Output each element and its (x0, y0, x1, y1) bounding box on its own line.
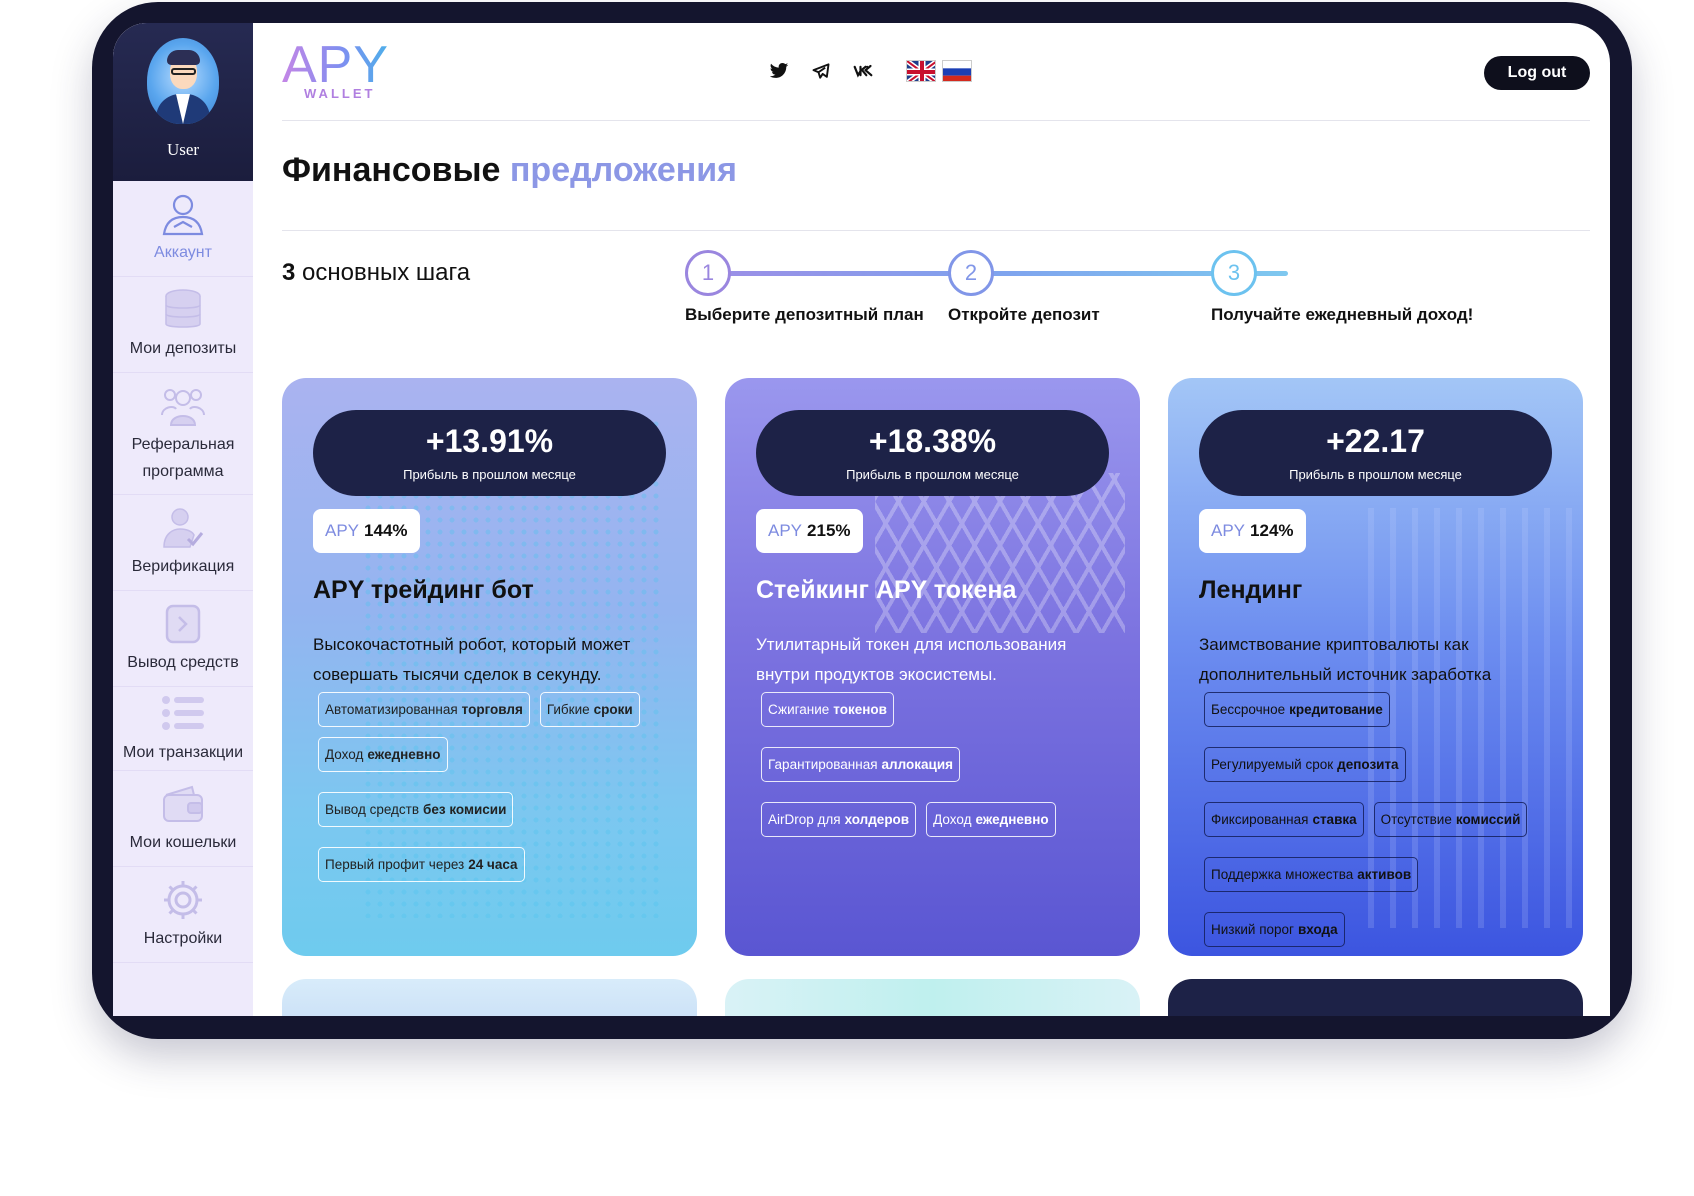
user-name: User (166, 140, 200, 159)
database-icon (165, 289, 201, 328)
sidebar-item-label: Мои кошельки (129, 834, 237, 851)
feature-tags: Сжигание токенов Гарантированная аллокация… (761, 692, 1121, 837)
profit-caption: Прибыль в прошлом месяце (846, 467, 1019, 482)
offer-card-staking[interactable]: +18.38% Прибыль в прошлом месяце APY 215%… (725, 378, 1140, 956)
sidebar-item-label: Мои депозиты (129, 340, 237, 357)
step-3-label: Получайте ежедневный доход! (1211, 305, 1474, 324)
feature-tag: Первый профит через 24 часа (318, 847, 525, 882)
vk-icon[interactable] (853, 61, 873, 81)
verification-icon (163, 508, 204, 548)
profit-caption: Прибыль в прошлом месяце (403, 467, 576, 482)
offer-card-peek[interactable] (1168, 979, 1583, 1016)
offer-card-peek[interactable] (725, 979, 1140, 1016)
social-links (769, 61, 873, 81)
feature-tag: Регулируемый срок депозита (1204, 747, 1406, 782)
sidebar-item-label: Настройки (143, 930, 223, 947)
sidebar-item-account[interactable]: Аккаунт (113, 181, 253, 277)
card-description: Утилитарный токен для использования внут… (756, 635, 1067, 684)
feature-tag: Гарантированная аллокация (761, 747, 960, 782)
step-1-circle: 1 (685, 250, 731, 296)
offer-card-lending[interactable]: +22.17 Прибыль в прошлом месяце APY 124% … (1168, 378, 1583, 956)
sidebar-item-label: Мои транзакции (122, 744, 244, 761)
steps-progress-line (708, 271, 1288, 276)
main-content: APY WALLET Log out Финансовые предложени… (253, 23, 1610, 1016)
feature-tag: Отсутствие комиссий (1373, 802, 1528, 837)
sidebar-item-wallets[interactable]: Мои кошельки (113, 771, 253, 867)
apy-badge: APY 124% (1199, 509, 1306, 553)
withdraw-icon (165, 604, 201, 644)
card-description: Заимствование криптовалюты как дополните… (1199, 635, 1492, 684)
telegram-icon[interactable] (811, 61, 831, 81)
feature-tag: Гибкие сроки (539, 692, 640, 727)
user-profile[interactable]: User (113, 23, 253, 181)
logo-text: APY (282, 39, 402, 91)
sidebar-item-transactions[interactable]: Мои транзакции (113, 687, 253, 771)
sidebar-item-label: Вывод средств (127, 654, 239, 671)
top-header: APY WALLET Log out (282, 23, 1590, 121)
sidebar: User Аккаунт Мои депозиты Реферальная пр… (113, 23, 253, 1016)
profit-badge: +18.38% Прибыль в прошлом месяце (756, 410, 1109, 496)
sidebar-item-settings[interactable]: Настройки (113, 867, 253, 963)
step-1-label: Выберите депозитный план (685, 305, 924, 324)
feature-tag: Сжигание токенов (761, 692, 894, 727)
offer-card-trading-bot[interactable]: +13.91% Прибыль в прошлом месяце APY 144%… (282, 378, 697, 956)
step-2-label: Откройте депозит (948, 305, 1100, 324)
card-background-pattern (875, 473, 1125, 633)
feature-tag: Вывод средств без комисии (318, 792, 514, 827)
sidebar-item-deposits[interactable]: Мои депозиты (113, 277, 253, 373)
feature-tag: Автоматизированная торговля (318, 692, 530, 727)
profit-badge: +22.17 Прибыль в прошлом месяце (1199, 410, 1552, 496)
sidebar-item-verification[interactable]: Верификация (113, 495, 253, 591)
sidebar-item-label: Реферальная программа (131, 435, 235, 480)
feature-tag: Фиксированная ставка (1204, 802, 1364, 837)
flag-ru-icon[interactable] (942, 60, 972, 82)
sidebar-item-label: Верификация (131, 558, 235, 575)
profit-value: +22.17 (1326, 423, 1425, 459)
card-title: Лендинг (1199, 576, 1303, 604)
page-title-accent: предложения (509, 151, 737, 189)
profit-value: +18.38% (868, 423, 997, 459)
apy-wallet-logo[interactable]: APY WALLET (282, 39, 402, 101)
feature-tag: Доход ежедневно (318, 737, 448, 772)
wallet-icon (163, 785, 203, 822)
apy-badge: APY 144% (313, 509, 420, 553)
feature-tags: Бессрочное кредитование Регулируемый срок… (1204, 692, 1564, 947)
page-title-main: Финансовые (282, 151, 501, 189)
referral-icon (161, 388, 205, 426)
user-icon (162, 194, 204, 236)
divider (282, 230, 1590, 231)
feature-tag: Доход ежедневно (926, 802, 1056, 837)
flag-en-icon[interactable] (906, 60, 936, 82)
offer-card-peek[interactable] (282, 979, 697, 1016)
logout-button[interactable]: Log out (1484, 56, 1590, 90)
steps-heading-text: основных шага (302, 259, 471, 286)
page-title: Финансовые предложения (282, 151, 737, 190)
step-2-circle: 2 (948, 250, 994, 296)
logo-subtext: WALLET (304, 86, 376, 101)
gear-icon (164, 881, 202, 919)
feature-tags: Автоматизированная торговля Гибкие сроки Д… (318, 692, 678, 882)
step-3-circle: 3 (1211, 250, 1257, 296)
sidebar-item-referral[interactable]: Реферальная программа (113, 373, 253, 495)
steps-count: 3 (282, 259, 296, 286)
card-description: Высокочастотный робот, который может сов… (313, 635, 631, 684)
card-title: APY трейдинг бот (313, 576, 534, 604)
steps-heading: 3 основных шага (282, 259, 470, 287)
card-title: Стейкинг APY токена (756, 576, 1017, 604)
list-icon (162, 696, 204, 730)
avatar (147, 38, 219, 124)
feature-tag: Поддержка множества активов (1204, 857, 1419, 892)
sidebar-item-withdraw[interactable]: Вывод средств (113, 591, 253, 687)
apy-badge: APY 215% (756, 509, 863, 553)
language-switcher (906, 60, 972, 82)
app-screen: User Аккаунт Мои депозиты Реферальная пр… (113, 23, 1610, 1016)
profit-badge: +13.91% Прибыль в прошлом месяце (313, 410, 666, 496)
feature-tag: Низкий порог входа (1204, 912, 1345, 947)
profit-value: +13.91% (425, 423, 554, 459)
feature-tag: AirDrop для холдеров (761, 802, 917, 837)
profit-caption: Прибыль в прошлом месяце (1289, 467, 1462, 482)
sidebar-item-label: Аккаунт (154, 244, 212, 261)
twitter-icon[interactable] (769, 61, 789, 81)
feature-tag: Бессрочное кредитование (1204, 692, 1390, 727)
